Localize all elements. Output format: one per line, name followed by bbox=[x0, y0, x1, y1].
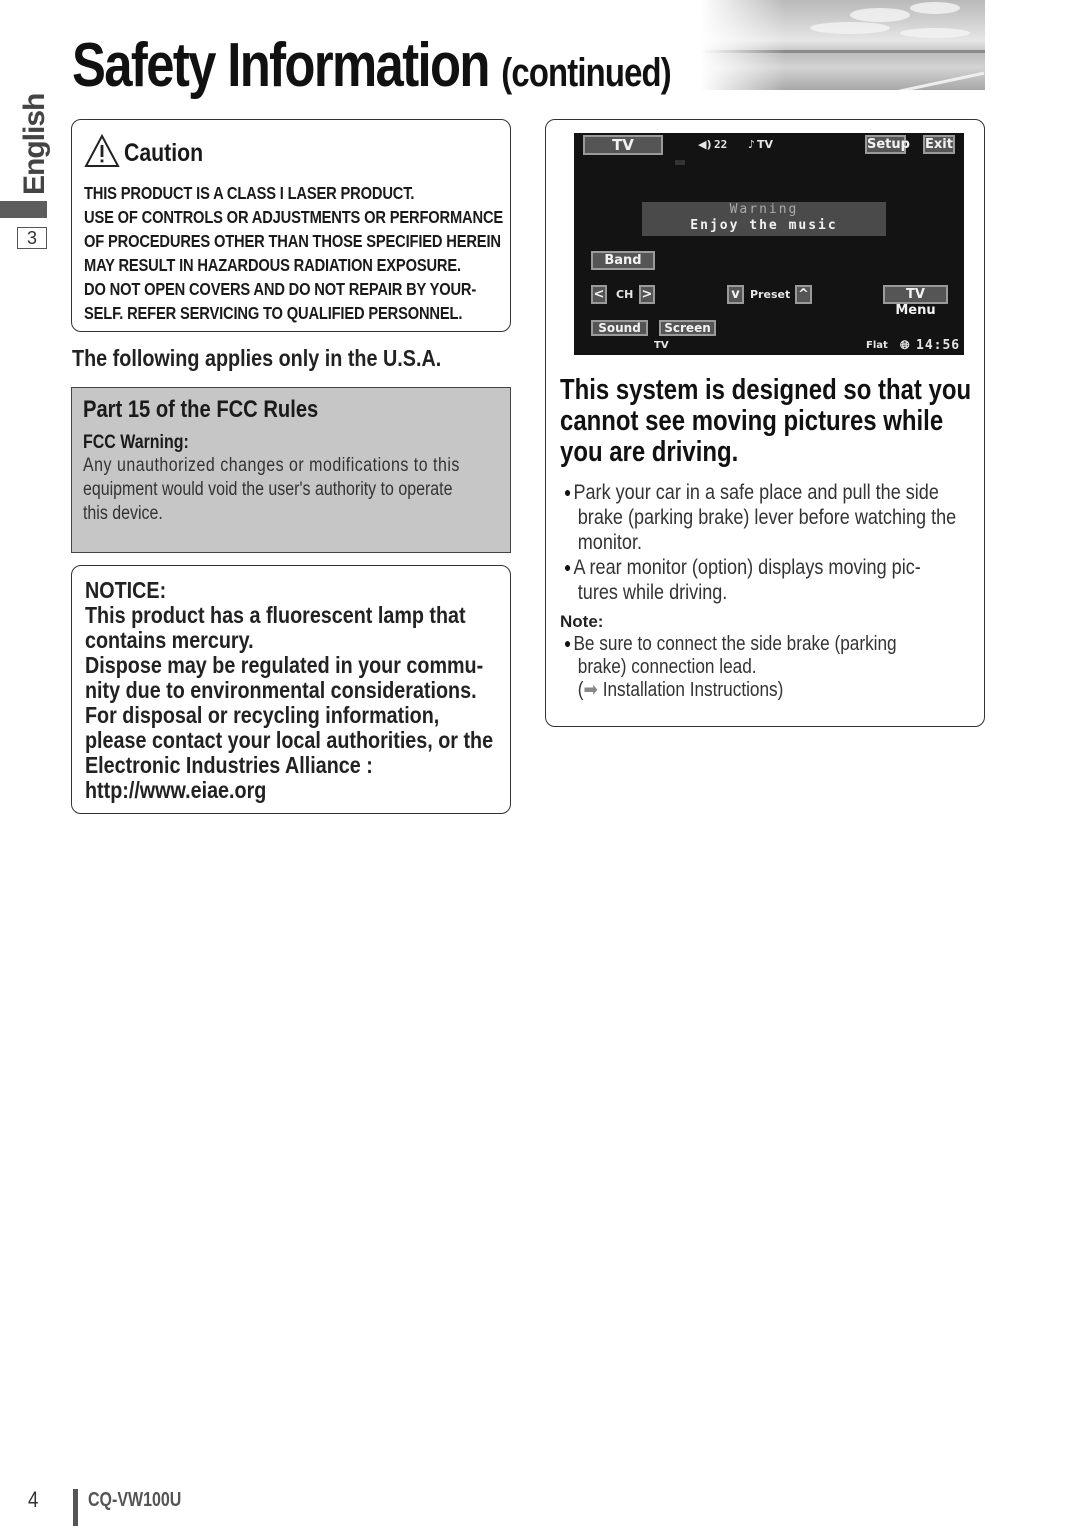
fcc-warning-label: FCC Warning: bbox=[83, 432, 189, 453]
heading-line: you are driving. bbox=[560, 436, 739, 468]
caution-line: SELF. REFER SERVICING TO QUALIFIED PERSO… bbox=[84, 303, 463, 323]
preset-down-button: v bbox=[727, 285, 744, 304]
language-label: English bbox=[18, 93, 51, 195]
tv-band-button: Band bbox=[591, 251, 655, 270]
bullet-item: ● A rear monitor (option) displays moving… bbox=[564, 555, 956, 580]
footer-divider bbox=[73, 1489, 78, 1526]
clock-time: 14:56 bbox=[916, 338, 961, 353]
notice-box: NOTICE: This product has a fluorescent l… bbox=[71, 565, 511, 814]
bullet-icon: ● bbox=[564, 559, 572, 575]
bullet-icon: ● bbox=[564, 484, 572, 500]
speaker-icon: ◀) bbox=[698, 138, 712, 151]
page-title-text: Safety Information bbox=[72, 31, 490, 100]
volume-value: 22 bbox=[714, 138, 728, 151]
notice-line: nity due to environmental considerations… bbox=[85, 677, 477, 703]
bottom-source-label: TV bbox=[654, 340, 669, 351]
usa-applicability-note: The following applies only in the U.S.A. bbox=[72, 345, 442, 371]
note-text: Be sure to connect the side brake (parki… bbox=[573, 633, 897, 655]
tv-screen-button: Screen bbox=[659, 320, 716, 336]
page-number: 4 bbox=[28, 1487, 39, 1512]
music-note-icon: ♪ bbox=[748, 138, 756, 151]
language-tab: English bbox=[18, 93, 52, 195]
caution-line: USE OF CONTROLS OR ADJUSTMENTS OR PERFOR… bbox=[84, 207, 504, 227]
driving-warning-heading: This system is designed so that you cann… bbox=[560, 375, 1049, 468]
fcc-text-line: this device. bbox=[83, 503, 163, 524]
note-item: ● Be sure to connect the side brake (park… bbox=[564, 632, 897, 656]
notice-line: For disposal or recycling information, bbox=[85, 702, 440, 728]
language-marker-bar bbox=[0, 201, 47, 218]
caution-line: DO NOT OPEN COVERS AND DO NOT REPAIR BY … bbox=[84, 279, 477, 299]
fcc-text-line: equipment would void the user's authorit… bbox=[83, 479, 453, 500]
tv-warning-message: Enjoy the music bbox=[690, 218, 838, 233]
page-title-continued: (continued) bbox=[501, 51, 671, 95]
arrow-right-icon: ➡ bbox=[583, 679, 598, 701]
bullet-text: Park your car in a safe place and pull t… bbox=[573, 481, 939, 504]
fcc-box: Part 15 of the FCC Rules FCC Warning: An… bbox=[71, 387, 511, 553]
page-title: Safety Information (continued) bbox=[72, 30, 672, 101]
bullet-item: ● Park your car in a safe place and pull … bbox=[564, 480, 956, 505]
note-reference: (➡ Installation Instructions) bbox=[564, 679, 897, 702]
bullet-continuation: tures while driving. bbox=[577, 581, 728, 604]
fcc-title: Part 15 of the FCC Rules bbox=[83, 396, 319, 423]
bullet-continuation: monitor. bbox=[577, 531, 643, 554]
tv-screen-illustration: TV ◀) 22 ♪ TV Setup Exit Warning Enjoy t… bbox=[574, 133, 964, 355]
heading-line: cannot see moving pictures while bbox=[560, 405, 944, 437]
preset-label: Preset bbox=[750, 288, 791, 301]
notice-line: This product has a fluorescent lamp that bbox=[85, 602, 466, 628]
note-list: ● Be sure to connect the side brake (park… bbox=[564, 632, 951, 702]
tv-exit-button: Exit bbox=[923, 135, 955, 154]
ch-label: CH bbox=[616, 288, 634, 301]
note-continuation: brake) connection lead. bbox=[577, 656, 757, 678]
notice-line: please contact your local authorities, o… bbox=[85, 727, 494, 753]
caution-title: Caution bbox=[124, 139, 204, 167]
tv-setup-button: Setup bbox=[865, 135, 910, 154]
tv-warning-title: Warning bbox=[729, 202, 799, 217]
bullet-icon: ● bbox=[564, 635, 572, 651]
globe-clock-icon: 🌐︎ bbox=[900, 338, 910, 352]
fcc-text-line: Any unauthorized changes or modification… bbox=[83, 455, 460, 476]
notice-heading: NOTICE: bbox=[85, 577, 167, 603]
bullet-text: A rear monitor (option) displays moving … bbox=[573, 556, 921, 579]
ch-next-button: > bbox=[639, 285, 655, 304]
section-number: 3 bbox=[17, 227, 47, 249]
header-landscape-image bbox=[700, 0, 985, 94]
model-number: CQ-VW100U bbox=[88, 1489, 182, 1511]
tv-source-button: TV bbox=[583, 135, 663, 155]
ch-prev-button: < bbox=[591, 285, 607, 304]
tv-warning-banner: Warning Enjoy the music bbox=[642, 202, 886, 236]
caution-line: MAY RESULT IN HAZARDOUS RADIATION EXPOSU… bbox=[84, 255, 461, 275]
tv-menu-button: TV Menu bbox=[883, 285, 948, 318]
notice-line: Electronic Industries Alliance : bbox=[85, 752, 373, 778]
signal-indicator bbox=[675, 160, 685, 165]
note-label: Note: bbox=[560, 612, 604, 631]
bullet-continuation: brake (parking brake) lever before watch… bbox=[577, 506, 957, 529]
installation-reference: Installation Instructions) bbox=[602, 679, 784, 701]
driving-bullet-list: ● Park your car in a safe place and pull … bbox=[564, 480, 1020, 605]
warning-triangle-icon bbox=[84, 133, 120, 173]
tv-sound-button: Sound bbox=[591, 320, 648, 336]
caution-line: OF PROCEDURES OTHER THAN THOSE SPECIFIED… bbox=[84, 231, 501, 251]
notice-line: contains mercury. bbox=[85, 627, 254, 653]
notice-url: http://www.eiae.org bbox=[85, 777, 267, 803]
preset-up-button: ^ bbox=[795, 285, 812, 304]
driving-safety-box: TV ◀) 22 ♪ TV Setup Exit Warning Enjoy t… bbox=[545, 119, 985, 727]
source-indicator: TV bbox=[757, 138, 774, 151]
heading-line: This system is designed so that you bbox=[560, 374, 972, 406]
eq-mode-label: Flat bbox=[866, 340, 888, 351]
notice-line: Dispose may be regulated in your commu- bbox=[85, 652, 484, 678]
caution-box: Caution THIS PRODUCT IS A CLASS I LASER … bbox=[71, 119, 511, 332]
caution-line: THIS PRODUCT IS A CLASS I LASER PRODUCT. bbox=[84, 183, 415, 203]
